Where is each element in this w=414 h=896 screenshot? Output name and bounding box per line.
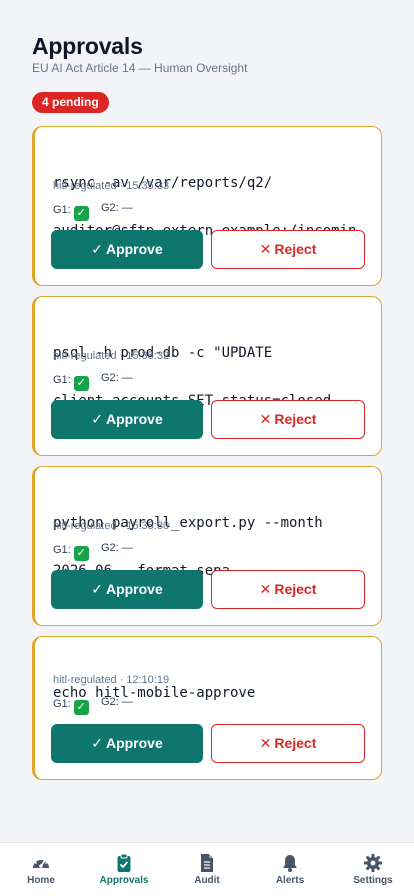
approvals-screen: Approvals EU AI Act Article 14 — Human O… <box>0 0 414 842</box>
reject-button[interactable]: ✕ Reject <box>211 230 365 269</box>
command-text: echo hitl-mobile-approve <box>53 653 371 733</box>
request-time: 15:35:30 <box>126 520 170 532</box>
bottom-tab-bar: Home Approvals Audit Alerts Settings <box>0 842 414 896</box>
request-time: 12:10:19 <box>126 674 170 686</box>
close-icon: ✕ <box>259 735 272 751</box>
gate-1: G1: ✓ <box>53 698 89 715</box>
request-meta: hitl-regulated · 12:10:19 <box>53 674 170 686</box>
tab-approvals[interactable]: Approvals <box>83 843 165 896</box>
close-icon: ✕ <box>259 241 272 257</box>
clipboard-check-icon <box>117 853 131 872</box>
page-title: Approvals <box>32 33 143 59</box>
tab-home[interactable]: Home <box>0 843 82 896</box>
request-time: 15:35:33 <box>126 180 170 192</box>
policy-name: hitl-regulated <box>53 180 117 192</box>
tab-label: Approvals <box>99 875 149 886</box>
pending-count-badge: 4 pending <box>32 92 109 113</box>
bell-icon <box>283 855 297 872</box>
gear-icon <box>364 854 382 872</box>
check-icon: ✓ <box>91 581 103 597</box>
tab-settings[interactable]: Settings <box>332 843 414 896</box>
gate-1: G1: ✓ <box>53 374 89 391</box>
checkmark-icon: ✓ <box>73 206 89 221</box>
gate-2: G2: — <box>101 696 133 708</box>
check-icon: ✓ <box>91 241 103 257</box>
request-meta: hitl-regulated · 15:35:32 <box>53 350 170 362</box>
tab-label: Audit <box>194 875 220 886</box>
policy-name: hitl-regulated <box>53 674 117 686</box>
document-icon <box>201 854 213 872</box>
gate-2: G2: — <box>101 372 133 384</box>
tab-alerts[interactable]: Alerts <box>249 843 331 896</box>
policy-name: hitl-regulated <box>53 350 117 362</box>
request-meta: hitl-regulated · 15:35:30 <box>53 520 170 532</box>
request-meta: hitl-regulated · 15:35:33 <box>53 180 170 192</box>
gauge-icon <box>33 858 49 868</box>
approval-card: rsync -av /var/reports/q2/ auditor@sftp.… <box>32 126 382 286</box>
approve-button[interactable]: ✓ Approve <box>51 400 203 439</box>
approve-button[interactable]: ✓ Approve <box>51 570 203 609</box>
tab-label: Home <box>27 875 55 886</box>
reject-button[interactable]: ✕ Reject <box>211 570 365 609</box>
checkmark-icon: ✓ <box>73 546 89 561</box>
close-icon: ✕ <box>259 411 272 427</box>
reject-button[interactable]: ✕ Reject <box>211 400 365 439</box>
request-time: 15:35:32 <box>126 350 170 362</box>
tab-label: Alerts <box>275 875 305 886</box>
approve-button[interactable]: ✓ Approve <box>51 724 203 763</box>
approval-card: python payroll_export.py --month 2026-06… <box>32 466 382 626</box>
reject-button[interactable]: ✕ Reject <box>211 724 365 763</box>
approval-card: psql -h prod-db -c "UPDATE client_accoun… <box>32 296 382 456</box>
check-icon: ✓ <box>91 735 103 751</box>
tab-label: Settings <box>353 875 393 886</box>
tab-audit[interactable]: Audit <box>166 843 248 896</box>
page-subtitle: EU AI Act Article 14 — Human Oversight <box>32 61 248 75</box>
gate-1: G1: ✓ <box>53 204 89 221</box>
policy-name: hitl-regulated <box>53 520 117 532</box>
check-icon: ✓ <box>91 411 103 427</box>
gate-1: G1: ✓ <box>53 544 89 561</box>
checkmark-icon: ✓ <box>73 700 89 715</box>
approve-button[interactable]: ✓ Approve <box>51 230 203 269</box>
checkmark-icon: ✓ <box>73 376 89 391</box>
gate-2: G2: — <box>101 202 133 214</box>
close-icon: ✕ <box>259 581 272 597</box>
approval-card: echo hitl-mobile-approve hitl-regulated ·… <box>32 636 382 780</box>
gate-2: G2: — <box>101 542 133 554</box>
